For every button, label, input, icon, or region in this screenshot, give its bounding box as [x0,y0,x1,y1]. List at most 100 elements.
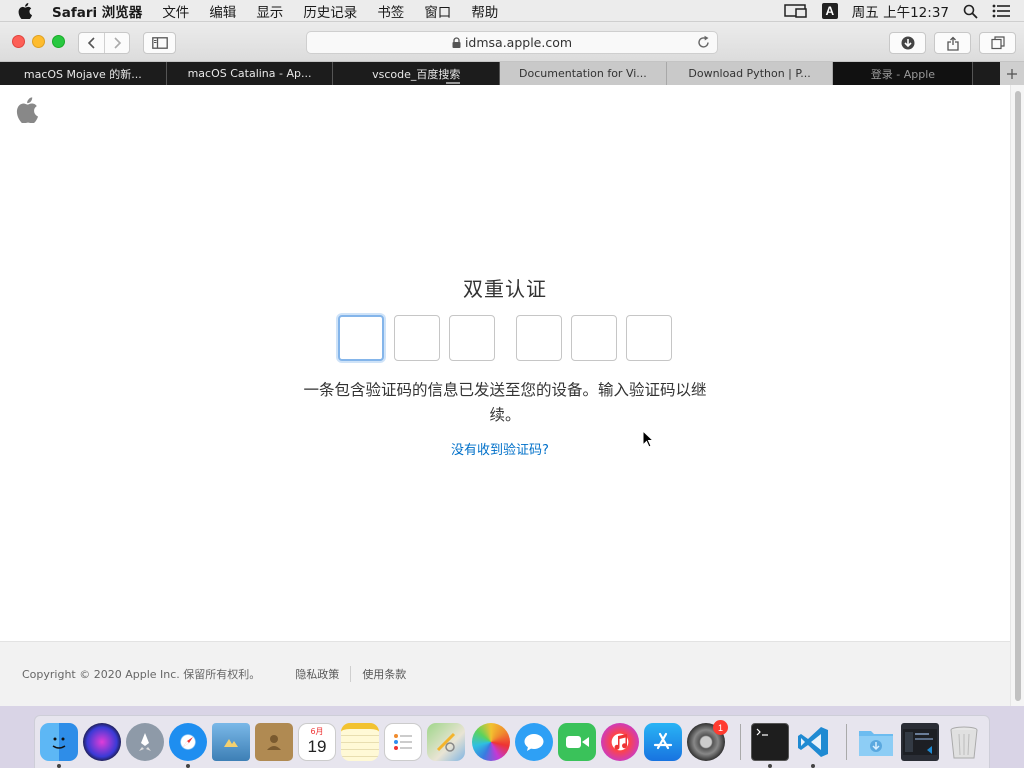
downloads-folder-icon[interactable] [857,723,895,761]
address-url: idmsa.apple.com [464,35,573,50]
tab-label: Documentation for Vi... [519,67,647,80]
tab-apple-sign-in[interactable]: 登录 - Apple [833,62,974,85]
menu-view[interactable]: 显示 [256,1,283,21]
menu-clock[interactable]: 周五 上午12:37 [852,1,949,21]
screenshot-thumbnail-icon[interactable] [901,723,939,761]
verification-code-input [338,315,678,361]
resend-code-link[interactable]: 没有收到验证码? [0,439,1000,458]
tab-bar: macOS Mojave 的新... macOS Catalina - Ap..… [0,62,1024,85]
address-bar[interactable]: idmsa.apple.com [306,31,718,54]
scrollbar-thumb[interactable] [1015,91,1021,701]
messages-icon[interactable] [515,723,553,761]
page-scrollbar[interactable] [1010,85,1024,706]
lock-icon [452,37,461,48]
menu-edit[interactable]: 编辑 [209,1,236,21]
vscode-icon[interactable] [794,723,832,761]
safari-icon[interactable] [169,723,207,761]
photos-icon[interactable] [472,723,510,761]
calendar-icon[interactable]: 6月 19 [298,723,336,761]
show-all-tabs-button[interactable] [979,32,1016,54]
tab-macos-mojave[interactable]: macOS Mojave 的新... [0,62,167,85]
siri-icon[interactable] [83,723,121,761]
menu-bookmarks[interactable]: 书签 [377,1,404,21]
menu-bar: Safari 浏览器 文件 编辑 显示 历史记录 书签 窗口 帮助 A 周五 上… [0,0,1024,22]
apple-logo-icon[interactable] [16,97,38,127]
download-icon [901,36,914,50]
menu-app-name[interactable]: Safari 浏览器 [52,1,142,21]
fullscreen-window-button[interactable] [52,35,65,48]
dock-separator [740,724,741,760]
code-digit-5[interactable] [571,315,617,361]
mouse-cursor-icon [642,430,654,448]
page-title: 双重认证 [463,277,547,301]
preview-icon[interactable] [212,723,250,761]
notes-icon[interactable] [341,723,379,761]
menu-history[interactable]: 历史记录 [303,1,357,21]
input-method-icon[interactable]: A [821,3,838,19]
status-area: A 周五 上午12:37 [784,0,1024,22]
notification-center-icon[interactable] [992,4,1010,18]
apple-menu-icon[interactable] [18,2,38,19]
app-store-icon[interactable] [644,723,682,761]
back-button[interactable] [79,33,104,53]
spotlight-search-icon[interactable] [963,4,978,19]
close-window-button[interactable] [12,35,25,48]
calendar-day: 19 [307,737,327,756]
dock-separator [846,724,847,760]
tab-label: 登录 - Apple [870,67,936,81]
tabs-overview-icon [990,36,1005,50]
itunes-icon[interactable] [601,723,639,761]
terminal-running-dot [768,764,772,768]
tab-label: Download Python | P... [688,67,811,80]
maps-icon[interactable] [427,723,465,761]
launchpad-icon[interactable] [126,723,164,761]
minimize-window-button[interactable] [32,35,45,48]
tab-download-python[interactable]: Download Python | P... [666,62,834,85]
terminal-icon[interactable] [751,723,789,761]
menu-window[interactable]: 窗口 [424,1,451,21]
tab-macos-catalina[interactable]: macOS Catalina - Ap... [167,62,334,85]
tab-documentation[interactable]: Documentation for Vi... [500,62,667,85]
tab-loading-indicator [446,82,461,84]
menu-help[interactable]: 帮助 [471,1,498,21]
code-digit-1[interactable] [338,315,384,361]
safari-window: idmsa.apple.com macOS Mojave 的新... macOS… [0,22,1024,706]
safari-running-dot [186,764,190,768]
tab-label: vscode_百度搜索 [372,67,461,81]
sidebar-toggle-button[interactable] [143,32,176,54]
code-digit-2[interactable] [394,315,440,361]
footer-copyright: Copyright © 2020 Apple Inc. 保留所有权利。 [22,668,261,681]
new-tab-button[interactable] [1000,62,1024,85]
terms-of-use-link[interactable]: 使用条款 [351,666,417,682]
calendar-month: 6月 [310,727,324,736]
finder-icon[interactable] [40,723,78,761]
downloads-button[interactable] [889,32,926,54]
privacy-policy-link[interactable]: 隐私政策 [284,666,352,682]
trash-icon[interactable] [945,723,983,761]
verification-message: 一条包含验证码的信息已发送至您的设备。输入验证码以继续。 [303,381,707,424]
tab-vscode-baidu[interactable]: vscode_百度搜索 [333,62,501,85]
airplay-display-icon[interactable] [784,3,808,19]
page-content: 双重认证 一条包含验证码的信息已发送至您的设备。输入验证码以继续。 没有收到验证… [0,85,1010,706]
contacts-icon[interactable] [255,723,293,761]
code-digit-3[interactable] [449,315,495,361]
plus-icon [1007,68,1017,79]
system-preferences-icon[interactable]: 1 [687,720,728,761]
forward-button[interactable] [104,33,129,53]
dock: 6月 19 1 [34,715,990,768]
finder-running-dot [57,764,61,768]
reminders-icon[interactable] [384,723,422,761]
vscode-running-dot [811,764,815,768]
code-digit-6[interactable] [626,315,672,361]
reload-icon[interactable] [696,35,711,50]
navigation-buttons [78,32,130,54]
browser-toolbar: idmsa.apple.com [0,22,1024,62]
notification-badge: 1 [713,720,728,735]
share-icon [946,36,959,51]
tab-label: macOS Mojave 的新... [23,67,142,81]
tab-label: macOS Catalina - Ap... [187,67,312,80]
facetime-icon[interactable] [558,723,596,761]
menu-file[interactable]: 文件 [162,1,189,21]
share-button[interactable] [934,32,971,54]
code-digit-4[interactable] [516,315,562,361]
